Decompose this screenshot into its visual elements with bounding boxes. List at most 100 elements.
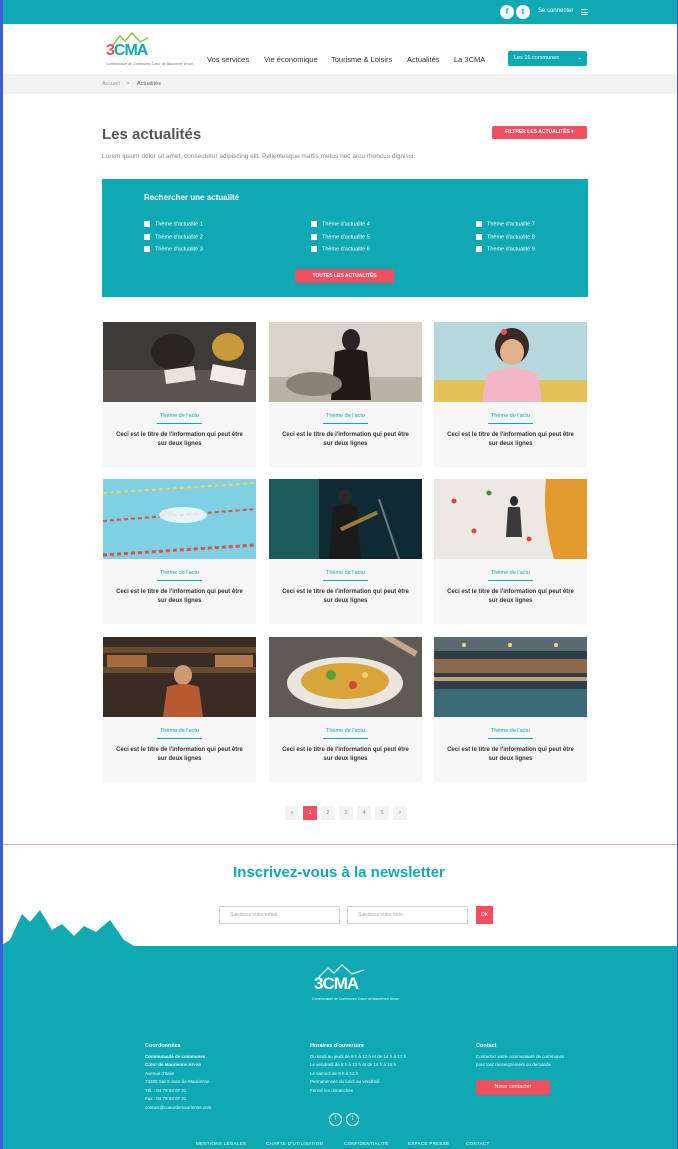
- intro-text: Lorem ipsum dolor sit amet, consectetur …: [102, 153, 416, 160]
- breadcrumb-separator: >: [126, 81, 130, 87]
- site-logo[interactable]: 3CMA Communauté de Communes Cœur de Maur…: [104, 32, 193, 70]
- news-image-food: [269, 637, 422, 717]
- checkbox-box[interactable]: [476, 234, 482, 240]
- checkbox-theme-2[interactable]: Thème d'actualité 2: [144, 234, 203, 240]
- footer-link-contact[interactable]: CONTACT: [466, 1141, 490, 1146]
- checkbox-box[interactable]: [144, 221, 150, 227]
- breadcrumb: Accueil > Actualités: [0, 74, 678, 94]
- filter-news-button[interactable]: FILTRER LES ACTUALITÉS ▾: [492, 126, 587, 139]
- card-title: Ceci est le titre de l'information qui p…: [282, 432, 409, 447]
- nav-item-services[interactable]: Vos services: [207, 55, 249, 64]
- nav-item-actualites[interactable]: Actualités: [407, 55, 440, 64]
- facebook-icon[interactable]: f: [329, 1113, 342, 1126]
- news-card[interactable]: Thème de l'actu Ceci est le titre de l'i…: [103, 479, 256, 624]
- hamburger-icon[interactable]: [581, 9, 588, 15]
- card-underline: [157, 738, 202, 739]
- card-title: Ceci est le titre de l'information qui p…: [447, 432, 574, 447]
- news-card[interactable]: Thème de l'actu Ceci est le titre de l'i…: [103, 637, 256, 782]
- checkbox-box[interactable]: [311, 234, 317, 240]
- news-card[interactable]: Thème de l'actu Ceci est le titre de l'i…: [434, 637, 587, 782]
- nav-item-3cma[interactable]: La 3CMA: [454, 55, 485, 64]
- card-title: Ceci est le titre de l'information qui p…: [116, 589, 243, 604]
- checkbox-theme-5[interactable]: Thème d'actualité 5: [311, 234, 370, 240]
- checkbox-theme-4[interactable]: Thème d'actualité 4: [311, 221, 370, 227]
- twitter-icon[interactable]: t: [516, 5, 530, 19]
- card-theme: Thème de l'actu: [491, 570, 530, 576]
- news-card[interactable]: Thème de l'actu Ceci est le titre de l'i…: [103, 322, 256, 467]
- facebook-icon[interactable]: f: [500, 5, 514, 19]
- checkbox-theme-1[interactable]: Thème d'actualité 1: [144, 221, 203, 227]
- checkbox-box[interactable]: [476, 221, 482, 227]
- footer-contact-title: Contact: [476, 1043, 497, 1049]
- pagination-page-3[interactable]: 3: [339, 806, 353, 820]
- checkbox-theme-6[interactable]: Thème d'actualité 6: [311, 246, 370, 252]
- card-title: Ceci est le titre de l'information qui p…: [282, 747, 409, 762]
- footer-link-mentions[interactable]: MENTIONS LÉGALES: [196, 1141, 246, 1146]
- card-theme: Thème de l'actu: [491, 728, 530, 734]
- checkbox-theme-3[interactable]: Thème d'actualité 3: [144, 246, 203, 252]
- login-link[interactable]: Se connecter: [538, 8, 573, 14]
- breadcrumb-home[interactable]: Accueil: [102, 81, 120, 87]
- news-card[interactable]: Thème de l'actu Ceci est le titre de l'i…: [269, 479, 422, 624]
- footer-email-link[interactable]: contact@coeurdemaurienne.com: [145, 1105, 211, 1110]
- news-card[interactable]: Thème de l'actu Ceci est le titre de l'i…: [434, 322, 587, 467]
- logo-mark: 3CMA: [106, 42, 148, 59]
- news-image-woman: [269, 322, 422, 402]
- main-header: 3CMA Communauté de Communes Cœur de Maur…: [0, 24, 678, 74]
- news-card[interactable]: Thème de l'actu Ceci est le titre de l'i…: [269, 637, 422, 782]
- pagination-prev[interactable]: <: [285, 806, 299, 820]
- card-underline: [488, 738, 533, 739]
- contact-button[interactable]: Nous contacter: [476, 1080, 550, 1095]
- card-title: Ceci est le titre de l'information qui p…: [447, 747, 574, 762]
- breadcrumb-current: Actualités: [137, 81, 161, 87]
- card-theme: Thème de l'actu: [491, 413, 530, 419]
- pagination-page-4[interactable]: 4: [357, 806, 371, 820]
- footer-link-charte[interactable]: CHARTE D'UTILISATION: [266, 1141, 323, 1146]
- top-bar: f t Se connecter: [0, 0, 678, 24]
- news-image-bar: [434, 637, 587, 717]
- card-underline: [323, 423, 368, 424]
- communes-button-label: Les 16 communes: [514, 55, 559, 61]
- twitter-icon[interactable]: t: [346, 1113, 359, 1126]
- checkbox-box[interactable]: [311, 246, 317, 252]
- communes-button[interactable]: Les 16 communes ⌄: [508, 51, 587, 66]
- section-divider: [0, 844, 678, 845]
- news-image-child: [434, 322, 587, 402]
- checkbox-theme-8[interactable]: Thème d'actualité 8: [476, 234, 535, 240]
- card-underline: [157, 423, 202, 424]
- card-underline: [323, 738, 368, 739]
- checkbox-theme-7[interactable]: Thème d'actualité 7: [476, 221, 535, 227]
- news-image-students: [103, 322, 256, 402]
- nav-item-tourisme[interactable]: Tourisme & Loisirs: [331, 55, 392, 64]
- news-card[interactable]: Thème de l'actu Ceci est le titre de l'i…: [434, 479, 587, 624]
- pagination-next[interactable]: >: [393, 806, 407, 820]
- mountains-decoration: [0, 910, 678, 950]
- card-title: Ceci est le titre de l'information qui p…: [116, 432, 243, 447]
- card-theme: Thème de l'actu: [160, 413, 199, 419]
- checkbox-box[interactable]: [144, 246, 150, 252]
- news-image-concert: [269, 479, 422, 559]
- news-card[interactable]: Thème de l'actu Ceci est le titre de l'i…: [269, 322, 422, 467]
- filter-news-label: FILTRER LES ACTUALITÉS: [505, 129, 570, 135]
- nav-item-economie[interactable]: Vie économique: [264, 55, 318, 64]
- footer-phone: Tél. : 04 79 83 07 31: [145, 1088, 187, 1093]
- footer-logo[interactable]: 3CMA Communauté de Communes Cœur de Maur…: [312, 964, 399, 1014]
- news-image-shop: [103, 637, 256, 717]
- footer-hours-line: Permanences du lundi au vendredi: [310, 1079, 380, 1084]
- checkbox-box[interactable]: [144, 234, 150, 240]
- card-theme: Thème de l'actu: [326, 728, 365, 734]
- footer-address-line: Communauté de communes: [145, 1054, 206, 1059]
- pagination-page-2[interactable]: 2: [321, 806, 335, 820]
- checkbox-theme-9[interactable]: Thème d'actualité 9: [476, 246, 535, 252]
- footer-link-confidentialite[interactable]: CONFIDENTIALITÉ: [344, 1141, 389, 1146]
- pagination-page-5[interactable]: 5: [375, 806, 389, 820]
- logo-subtitle: Communauté de Communes Cœur de Maurienne…: [106, 62, 193, 66]
- all-news-button[interactable]: TOUTES LES ACTUALITÉS: [295, 269, 394, 283]
- pagination-page-1[interactable]: 1: [303, 806, 317, 820]
- footer-contact-text: Contactez votre communauté de communes: [476, 1054, 565, 1059]
- news-image-climbing: [434, 479, 587, 559]
- checkbox-box[interactable]: [311, 221, 317, 227]
- checkbox-box[interactable]: [476, 246, 482, 252]
- footer-link-presse[interactable]: ESPACE PRESSE: [408, 1141, 449, 1146]
- chevron-down-icon: ▾: [571, 129, 574, 135]
